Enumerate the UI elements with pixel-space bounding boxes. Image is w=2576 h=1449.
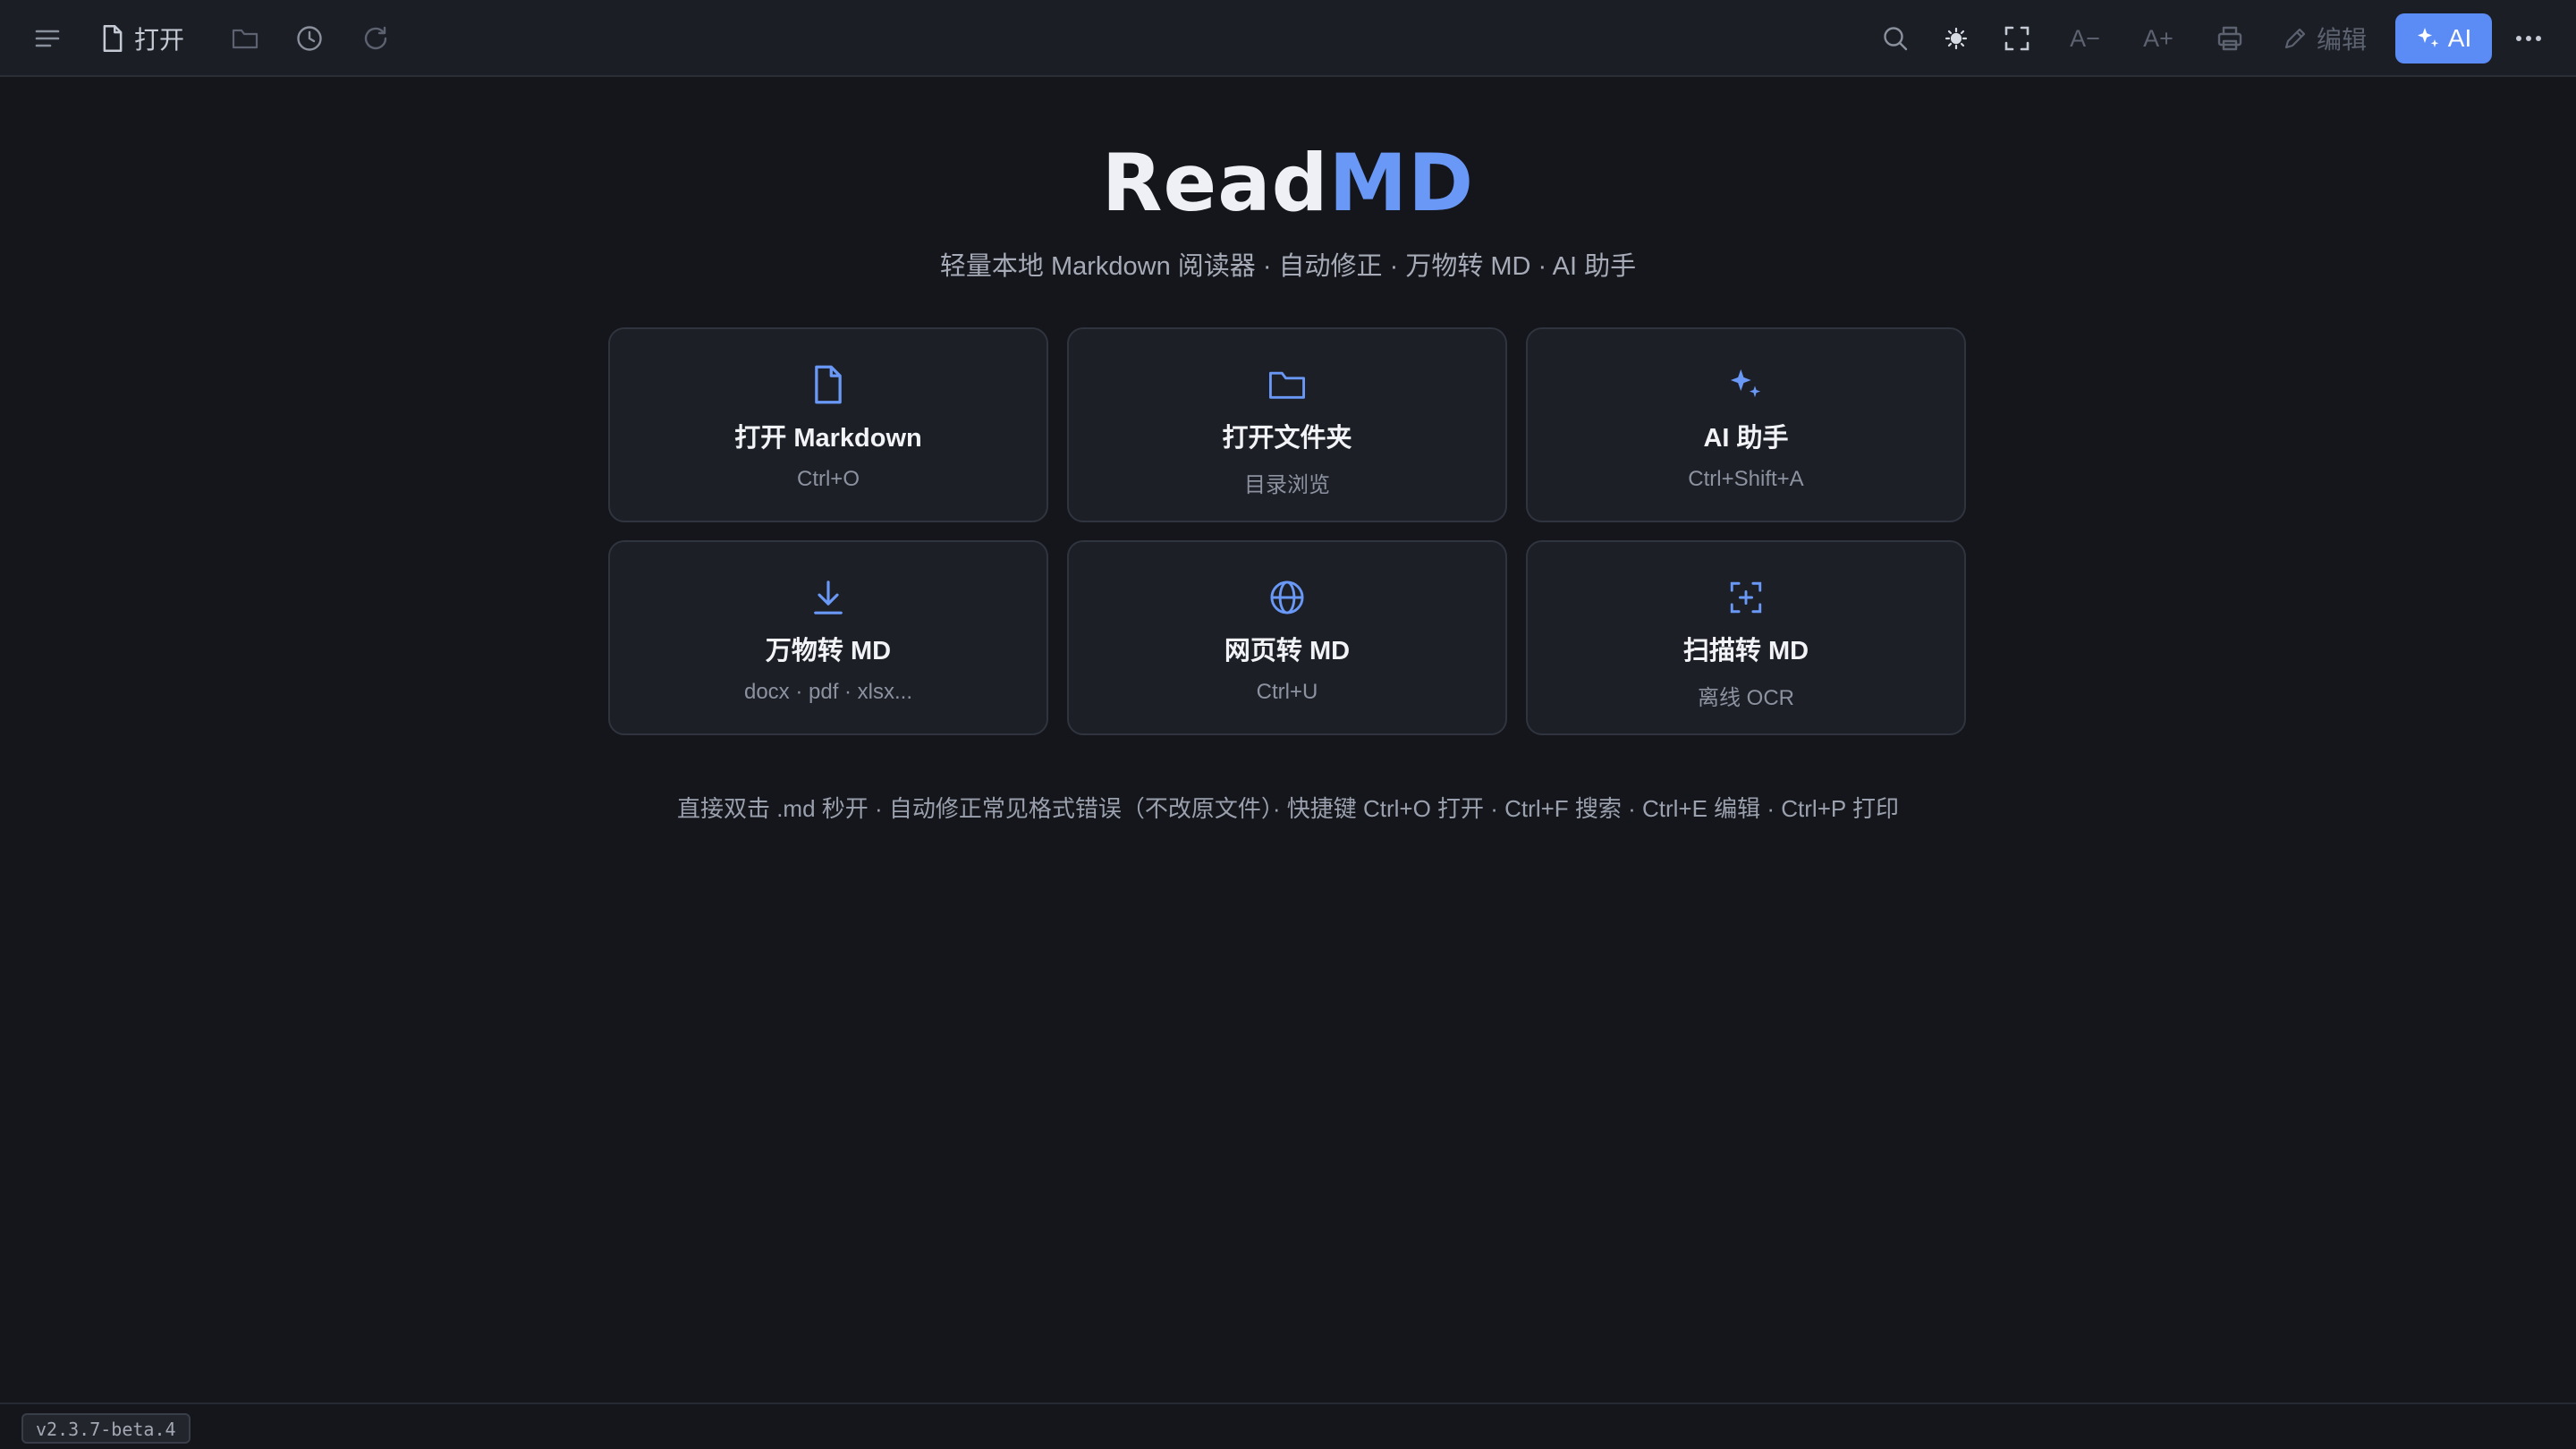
history-button[interactable] (290, 13, 329, 64)
ai-label: AI (2447, 24, 2472, 52)
card-title: 万物转 MD (765, 637, 892, 665)
action-cards: 打开 Markdown Ctrl+O 打开文件夹 目录浏览 AI 助手 Ctrl… (608, 327, 1968, 735)
card-subtitle: Ctrl+U (1256, 680, 1318, 704)
printer-icon (2217, 26, 2242, 51)
open-markdown-card[interactable]: 打开 Markdown Ctrl+O (608, 327, 1048, 522)
font-increase-button[interactable]: A+ (2136, 13, 2181, 64)
pencil-icon (2284, 28, 2306, 49)
app-title: ReadMD (0, 134, 2576, 233)
webpage-to-md-card[interactable]: 网页转 MD Ctrl+U (1067, 540, 1507, 735)
menu-icon (35, 30, 60, 47)
convert-anything-card[interactable]: 万物转 MD docx · pdf · xlsx... (608, 540, 1048, 735)
refresh-icon (364, 26, 387, 50)
card-title: 扫描转 MD (1682, 637, 1809, 665)
card-subtitle: 离线 OCR (1698, 686, 1794, 710)
clock-icon (297, 26, 322, 51)
card-title: 打开文件夹 (1222, 424, 1352, 453)
reload-button[interactable] (356, 13, 395, 64)
brand-read: Read (1101, 137, 1329, 229)
ai-assistant-button[interactable]: AI (2395, 13, 2492, 64)
shortcut-hint: 直接双击 .md 秒开 · 自动修正常见格式错误（不改原文件）· 快捷键 Ctr… (676, 795, 1899, 822)
open-label: 打开 (134, 26, 185, 54)
scan-to-md-card[interactable]: 扫描转 MD 离线 OCR (1526, 540, 1966, 735)
search-icon (1884, 27, 1908, 51)
file-icon (815, 365, 842, 404)
scan-icon (1730, 581, 1762, 614)
font-decrease-label: A− (2070, 24, 2100, 52)
card-subtitle: 目录浏览 (1244, 473, 1330, 497)
card-subtitle: Ctrl+Shift+A (1688, 467, 1804, 491)
download-icon (814, 580, 843, 614)
fullscreen-button[interactable] (1996, 13, 2038, 64)
folder-icon (1269, 371, 1305, 399)
menu-button[interactable] (27, 13, 68, 64)
globe-icon (1270, 580, 1304, 614)
more-button[interactable] (2508, 13, 2549, 64)
sparkle-icon (1730, 369, 1761, 398)
search-button[interactable] (1875, 13, 1916, 64)
sparkle-icon (2417, 28, 2439, 47)
ai-assistant-card[interactable]: AI 助手 Ctrl+Shift+A (1526, 327, 1966, 522)
card-subtitle: docx · pdf · xlsx... (743, 680, 913, 704)
more-icon (2516, 36, 2541, 41)
open-folder-card[interactable]: 打开文件夹 目录浏览 (1067, 327, 1507, 522)
version-badge: v2.3.7-beta.4 (21, 1413, 191, 1444)
open-folder-button[interactable] (225, 13, 265, 64)
sun-icon (1945, 27, 1968, 50)
fullscreen-icon (2004, 26, 2029, 51)
brand-md: MD (1328, 137, 1475, 229)
font-decrease-button[interactable]: A− (2063, 13, 2107, 64)
tagline: 轻量本地 Markdown 阅读器 · 自动修正 · 万物转 MD · AI 助… (939, 252, 1637, 281)
card-title: 网页转 MD (1224, 637, 1351, 665)
edit-label: 编辑 (2317, 26, 2368, 54)
font-increase-label: A+ (2143, 24, 2174, 52)
file-icon (103, 25, 123, 52)
card-title: 打开 Markdown (734, 424, 922, 453)
open-file-button[interactable]: 打开 (100, 13, 193, 64)
theme-toggle-button[interactable] (1936, 13, 1976, 64)
edit-button[interactable]: 编辑 (2283, 13, 2377, 64)
card-subtitle: Ctrl+O (796, 467, 860, 491)
folder-icon (232, 29, 258, 49)
status-bar: v2.3.7-beta.4 (0, 1402, 2576, 1449)
card-title: AI 助手 (1703, 424, 1789, 453)
print-button[interactable] (2209, 13, 2250, 64)
top-toolbar: 打开 A− A+ 编辑 AI (0, 0, 2576, 77)
